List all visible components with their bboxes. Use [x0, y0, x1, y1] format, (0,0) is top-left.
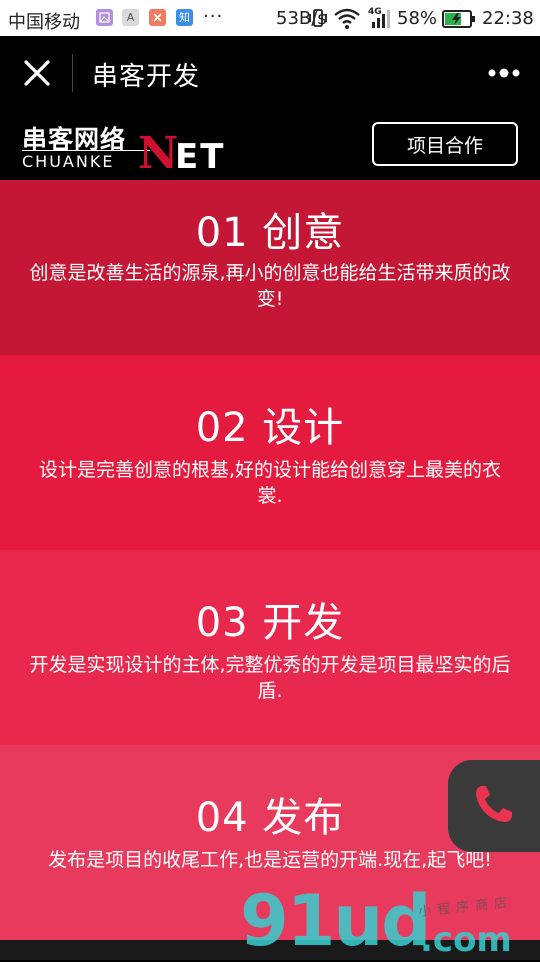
section-description: 开发是实现设计的主体,完整优秀的开发是项目最坚实的后盾. [29, 654, 511, 702]
clock: 22:38 [482, 8, 534, 29]
zhihu-app-icon: 知 [176, 9, 193, 26]
logo-text-en: CHUANKE [22, 152, 115, 171]
cooperate-button[interactable]: 项目合作 [372, 122, 518, 166]
tools-app-icon [149, 9, 166, 26]
network-type-label: 4G [368, 7, 382, 17]
battery-charging-icon [442, 10, 476, 33]
battery-percent: 58% [397, 8, 438, 29]
signal-icon: 4G [368, 6, 394, 35]
section-develop: 03 开发 开发是实现设计的主体,完整优秀的开发是项目最坚实的后盾. [0, 550, 540, 745]
logo-divider [22, 150, 150, 151]
close-icon[interactable] [22, 58, 52, 88]
logo-letter-n: N [138, 128, 179, 179]
section-description: 发布是项目的收尾工作,也是运营的开端.现在,起飞吧! [48, 849, 492, 871]
status-bar: 中国移动 A 知 ··· 53B/s 4G 58% 22:38 [0, 0, 540, 36]
page-title: 串客开发 [92, 62, 201, 92]
more-notifications-icon: ··· [203, 6, 224, 27]
section-description: 设计是完善创意的根基,好的设计能给创意穿上最美的衣裳. [38, 459, 502, 507]
section-heading: 02 设计 [195, 405, 345, 451]
font-app-icon: A [122, 9, 139, 26]
nav-divider [72, 54, 73, 92]
section-heading: 01 创意 [195, 210, 345, 256]
watermark-logo: 91ud [240, 880, 431, 962]
section-heading: 03 开发 [195, 600, 345, 646]
call-button[interactable] [448, 760, 540, 852]
more-options-icon[interactable] [486, 62, 522, 84]
vibrate-icon [307, 7, 329, 34]
carrier-label: 中国移动 [8, 12, 80, 33]
section-idea: 01 创意 创意是改善生活的源泉,再小的创意也能给生活带来质的改变! [0, 180, 540, 375]
wifi-icon [333, 6, 361, 35]
brand-header: 串客网络 CHUANKE N ET 项目合作 [0, 110, 540, 180]
logo[interactable]: 串客网络 CHUANKE N ET [20, 120, 240, 176]
gallery-app-icon [96, 9, 113, 26]
section-design: 02 设计 设计是完善创意的根基,好的设计能给创意穿上最美的衣裳. [0, 355, 540, 550]
nav-bar: 串客开发 [0, 36, 540, 110]
watermark-domain: .com [420, 920, 512, 960]
section-description: 创意是改善生活的源泉,再小的创意也能给生活带来质的改变! [29, 262, 511, 310]
logo-letters-et: ET [175, 137, 226, 177]
phone-icon [472, 782, 516, 830]
